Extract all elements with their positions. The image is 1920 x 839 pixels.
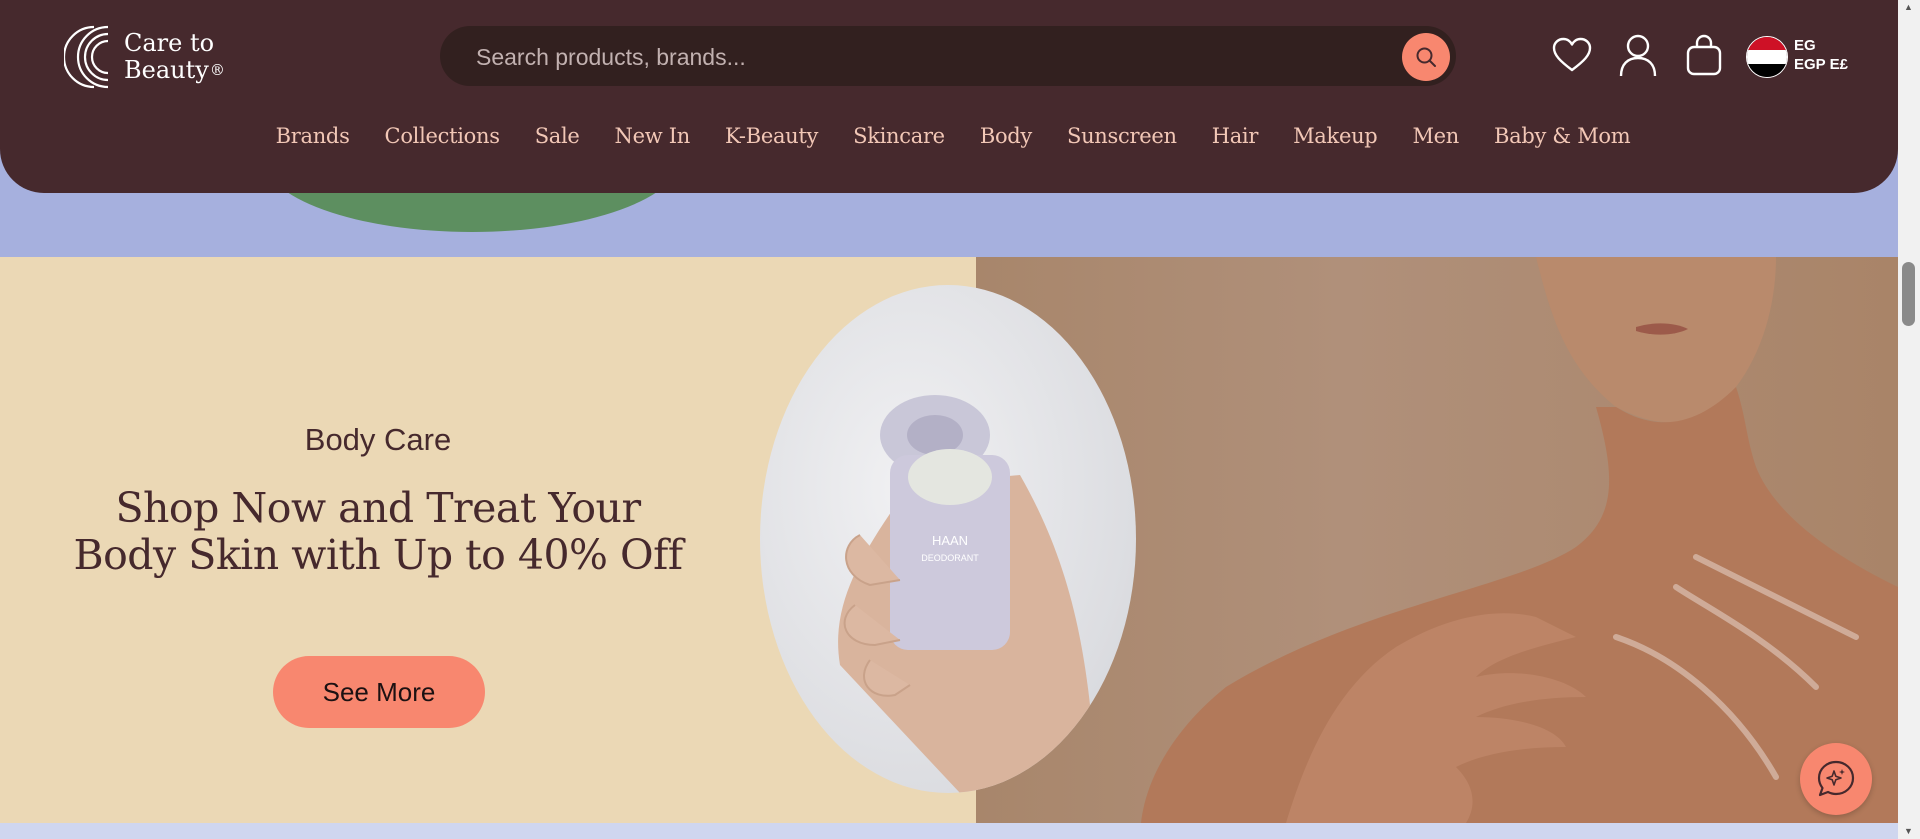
heart-icon xyxy=(1552,37,1592,72)
product-line-label: DEODORANT xyxy=(921,553,979,563)
nav-item-k-beauty[interactable]: K-Beauty xyxy=(725,124,818,148)
search-icon xyxy=(1416,47,1436,67)
product-brand-label: HAAN xyxy=(932,533,968,548)
promo-banner: Body Care Shop Now and Treat Your Body S… xyxy=(0,257,1898,823)
product-image: HAAN DEODORANT xyxy=(760,285,1136,793)
search-button[interactable] xyxy=(1402,33,1450,81)
locale-country: EG xyxy=(1794,37,1816,54)
see-more-button[interactable]: See More xyxy=(273,656,485,728)
nav-item-sale[interactable]: Sale xyxy=(535,124,580,148)
user-icon xyxy=(1619,34,1657,77)
flag-stripe-white xyxy=(1747,50,1787,64)
scrollbar-thumb[interactable] xyxy=(1902,262,1915,326)
nav-item-collections[interactable]: Collections xyxy=(385,124,500,148)
search-bar xyxy=(440,26,1456,88)
chat-button[interactable] xyxy=(1800,743,1872,815)
bag-icon xyxy=(1686,34,1722,76)
nav-item-new-in[interactable]: New In xyxy=(615,124,691,148)
account-button[interactable] xyxy=(1614,30,1662,80)
nav-item-sunscreen[interactable]: Sunscreen xyxy=(1067,124,1177,148)
logo-line-1: Care to xyxy=(124,29,215,57)
egypt-flag-icon[interactable] xyxy=(1746,36,1788,78)
locale-currency: EGP E£ xyxy=(1794,56,1848,73)
next-section-edge xyxy=(0,823,1898,839)
page: Care to Beauty® Search products, brands.… xyxy=(0,0,1898,839)
scroll-up-arrow-icon[interactable]: ▲ xyxy=(1904,2,1913,12)
nav-item-brands[interactable]: Brands xyxy=(276,124,350,148)
scroll-down-arrow-icon[interactable]: ▼ xyxy=(1904,826,1913,836)
nav-item-men[interactable]: Men xyxy=(1412,124,1459,148)
flag-stripe-red xyxy=(1747,37,1787,51)
logo[interactable]: Care to Beauty® xyxy=(64,24,244,90)
search-input[interactable] xyxy=(474,26,1358,88)
logo-text: Care to Beauty® xyxy=(124,30,225,84)
registered-mark: ® xyxy=(209,61,225,79)
wishlist-button[interactable] xyxy=(1548,30,1596,80)
logo-mark-icon xyxy=(64,25,109,89)
banner-headline: Shop Now and Treat Your Body Skin with U… xyxy=(40,485,716,579)
flag-stripe-black xyxy=(1747,63,1787,77)
nav-item-body[interactable]: Body xyxy=(980,124,1032,148)
main-nav: Brands Collections Sale New In K-Beauty … xyxy=(0,124,1898,148)
locale-selector[interactable]: EG EGP E£ xyxy=(1794,36,1848,74)
site-header: Care to Beauty® Search products, brands.… xyxy=(0,0,1898,193)
logo-line-2-text: Beauty xyxy=(124,56,209,84)
nav-item-baby-mom[interactable]: Baby & Mom xyxy=(1494,124,1631,148)
banner-tagline: Body Care xyxy=(304,422,452,457)
nav-item-makeup[interactable]: Makeup xyxy=(1293,124,1378,148)
chat-sparkle-icon xyxy=(1817,760,1855,797)
nav-item-skincare[interactable]: Skincare xyxy=(853,124,945,148)
nav-item-hair[interactable]: Hair xyxy=(1212,124,1259,148)
banner-headline-line-2: Body Skin with Up to 40% Off xyxy=(73,531,683,579)
deodorant-product-illustration: HAAN DEODORANT xyxy=(838,395,1090,793)
scrollbar[interactable] xyxy=(1898,0,1920,839)
banner-headline-line-1: Shop Now and Treat Your xyxy=(115,484,641,532)
logo-line-2: Beauty® xyxy=(124,57,225,84)
cart-button[interactable] xyxy=(1680,30,1728,80)
